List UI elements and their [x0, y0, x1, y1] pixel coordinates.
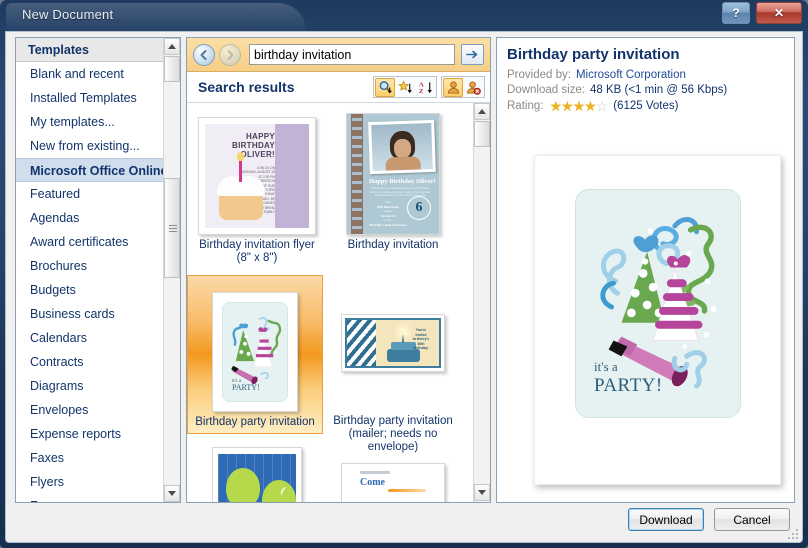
- close-button[interactable]: ✕: [756, 2, 802, 24]
- category-scroll-thumb-main[interactable]: [164, 178, 180, 278]
- category-scroll-down-icon[interactable]: [164, 485, 180, 502]
- download-size-value: 48 KB (<1 min @ 56 Kbps): [589, 84, 728, 96]
- download-size-row: Download size: 48 KB (<1 min @ 56 Kbps): [507, 84, 784, 96]
- results-area: HAPPY BIRTHDAY OLIVER! JOIN US ON MONDAY, A…: [187, 103, 490, 502]
- results-scroll-down-icon[interactable]: [474, 484, 490, 501]
- thumbnail-party-hats: it's a PARTY!: [212, 292, 298, 412]
- thumbnail-come-card: Come: [341, 463, 445, 502]
- sort-alphabetically-icon[interactable]: A Z: [415, 78, 435, 97]
- preview-image: it's a PARTY!: [534, 155, 781, 485]
- show-customer-submitted-icon[interactable]: [443, 77, 463, 97]
- template-tile-birthday-party-invitation-mailer[interactable]: You're Invited to Henry's 40th Birthday! Bir…: [327, 275, 459, 458]
- rating-star-5-icon[interactable]: ☆: [596, 99, 609, 113]
- sidebar-item-featured[interactable]: Featured: [16, 182, 180, 206]
- rating-stars[interactable]: ★ ★ ★ ★ ☆: [549, 99, 609, 113]
- sidebar-item-business-cards[interactable]: Business cards: [16, 302, 180, 326]
- tile-label: Birthday party invitation: [195, 416, 315, 428]
- sidebar-item-budgets[interactable]: Budgets: [16, 278, 180, 302]
- thumbnail-cupcake-flyer: HAPPY BIRTHDAY OLIVER! JOIN US ON MONDAY, A…: [198, 117, 316, 235]
- template-tile-birthday-invitation-flyer[interactable]: HAPPY BIRTHDAY OLIVER! JOIN US ON MONDAY, A…: [191, 107, 323, 269]
- template-tile-balloons[interactable]: [191, 443, 323, 502]
- sidebar-item-blank-and-recent[interactable]: Blank and recent: [16, 62, 180, 86]
- resize-grip-icon[interactable]: [787, 528, 799, 540]
- results-grid: HAPPY BIRTHDAY OLIVER! JOIN US ON MONDAY, A…: [187, 103, 473, 502]
- sidebar-item-installed-templates[interactable]: Installed Templates: [16, 86, 180, 110]
- thumbnail-photo-card: Happy Birthday Oliver! Please join us in…: [346, 113, 440, 235]
- sidebar-item-calendars[interactable]: Calendars: [16, 326, 180, 350]
- results-header: Search results A Z: [187, 72, 490, 103]
- sidebar-item-flyers[interactable]: Flyers: [16, 470, 180, 494]
- hide-customer-submitted-icon[interactable]: [463, 78, 483, 97]
- rating-votes: (6125 Votes): [613, 100, 679, 112]
- category-scrollbar[interactable]: [163, 38, 180, 502]
- results-scroll-thumb[interactable]: [474, 121, 490, 147]
- search-bar: [187, 38, 490, 72]
- results-scroll-up-icon[interactable]: [474, 103, 490, 120]
- search-input[interactable]: [249, 44, 455, 65]
- provided-by-label: Provided by:: [507, 69, 571, 81]
- card-line-2: PARTY!: [594, 375, 663, 396]
- svg-text:Z: Z: [418, 88, 423, 95]
- category-list: Templates Blank and recent Installed Templ…: [15, 37, 181, 503]
- template-tile-birthday-party-invitation[interactable]: it's a PARTY! Birthday party invitation: [187, 275, 323, 434]
- sidebar-item-envelopes[interactable]: Envelopes: [16, 398, 180, 422]
- preview-card-art: it's a PARTY!: [575, 189, 741, 418]
- provided-by-row: Provided by: Microsoft Corporation: [507, 69, 784, 81]
- tile-label: Birthday invitation: [347, 239, 439, 251]
- start-search-arrow-icon[interactable]: [461, 44, 484, 65]
- card-line-1: it's a: [594, 359, 618, 374]
- results-panel: Search results: [186, 37, 491, 503]
- preview-panel: Birthday party invitation Provided by: M…: [496, 37, 795, 503]
- tile-label: Birthday party invitation (mailer; needs…: [333, 415, 453, 453]
- sort-by-relevance-icon[interactable]: [375, 77, 395, 97]
- results-scrollbar[interactable]: [473, 103, 490, 502]
- category-header: Templates: [16, 38, 180, 62]
- thumbnail-balloons: [212, 447, 302, 502]
- results-title: Search results: [198, 79, 295, 95]
- scroll-grip-icon: [169, 225, 177, 232]
- sidebar-item-brochures[interactable]: Brochures: [16, 254, 180, 278]
- thumbnail-cake-mailer: You're Invited to Henry's 40th Birthday!: [341, 314, 445, 372]
- dialog-footer: Download Cancel: [6, 502, 802, 542]
- preview-title: Birthday party invitation: [507, 46, 680, 63]
- provided-by-value: Microsoft Corporation: [575, 69, 686, 81]
- sidebar-item-diagrams[interactable]: Diagrams: [16, 374, 180, 398]
- title-bar: New Document ? ✕: [0, 0, 808, 31]
- sidebar-item-contracts[interactable]: Contracts: [16, 350, 180, 374]
- sort-icon-group: A Z: [373, 76, 437, 98]
- tile-label: Birthday invitation flyer (8" x 8"): [199, 239, 315, 264]
- download-button[interactable]: Download: [628, 508, 704, 531]
- forward-arrow-icon[interactable]: [219, 43, 241, 66]
- preview-card-text: it's a PARTY!: [594, 359, 663, 397]
- window-title: New Document: [22, 7, 114, 22]
- template-tile-birthday-invitation[interactable]: Happy Birthday Oliver! Please join us in…: [327, 107, 459, 256]
- rating-label: Rating:: [507, 100, 544, 112]
- sidebar-item-my-templates[interactable]: My templates...: [16, 110, 180, 134]
- back-arrow-icon[interactable]: [193, 43, 215, 66]
- template-tile-come-card[interactable]: Come: [327, 459, 459, 502]
- category-scroll-thumb[interactable]: [164, 56, 180, 82]
- sidebar-item-award-certificates[interactable]: Award certificates: [16, 230, 180, 254]
- dialog-client-area: Templates Blank and recent Installed Templ…: [5, 31, 803, 543]
- cancel-button[interactable]: Cancel: [714, 508, 790, 531]
- sidebar-item-faxes[interactable]: Faxes: [16, 446, 180, 470]
- sort-by-rating-icon[interactable]: [395, 78, 415, 97]
- new-document-dialog: New Document ? ✕ Templates Blank and rece…: [0, 0, 808, 548]
- rating-row: Rating: ★ ★ ★ ★ ☆ (6125 Votes): [507, 99, 784, 113]
- sidebar-item-expense-reports[interactable]: Expense reports: [16, 422, 180, 446]
- customer-filter-icon-group: [441, 76, 485, 98]
- sidebar-item-new-from-existing[interactable]: New from existing...: [16, 134, 180, 158]
- help-button[interactable]: ?: [722, 2, 750, 24]
- sidebar-item-microsoft-office-online[interactable]: Microsoft Office Online: [16, 158, 180, 182]
- download-size-label: Download size:: [507, 84, 585, 96]
- sidebar-item-agendas[interactable]: Agendas: [16, 206, 180, 230]
- category-scroll-up-icon[interactable]: [164, 38, 180, 55]
